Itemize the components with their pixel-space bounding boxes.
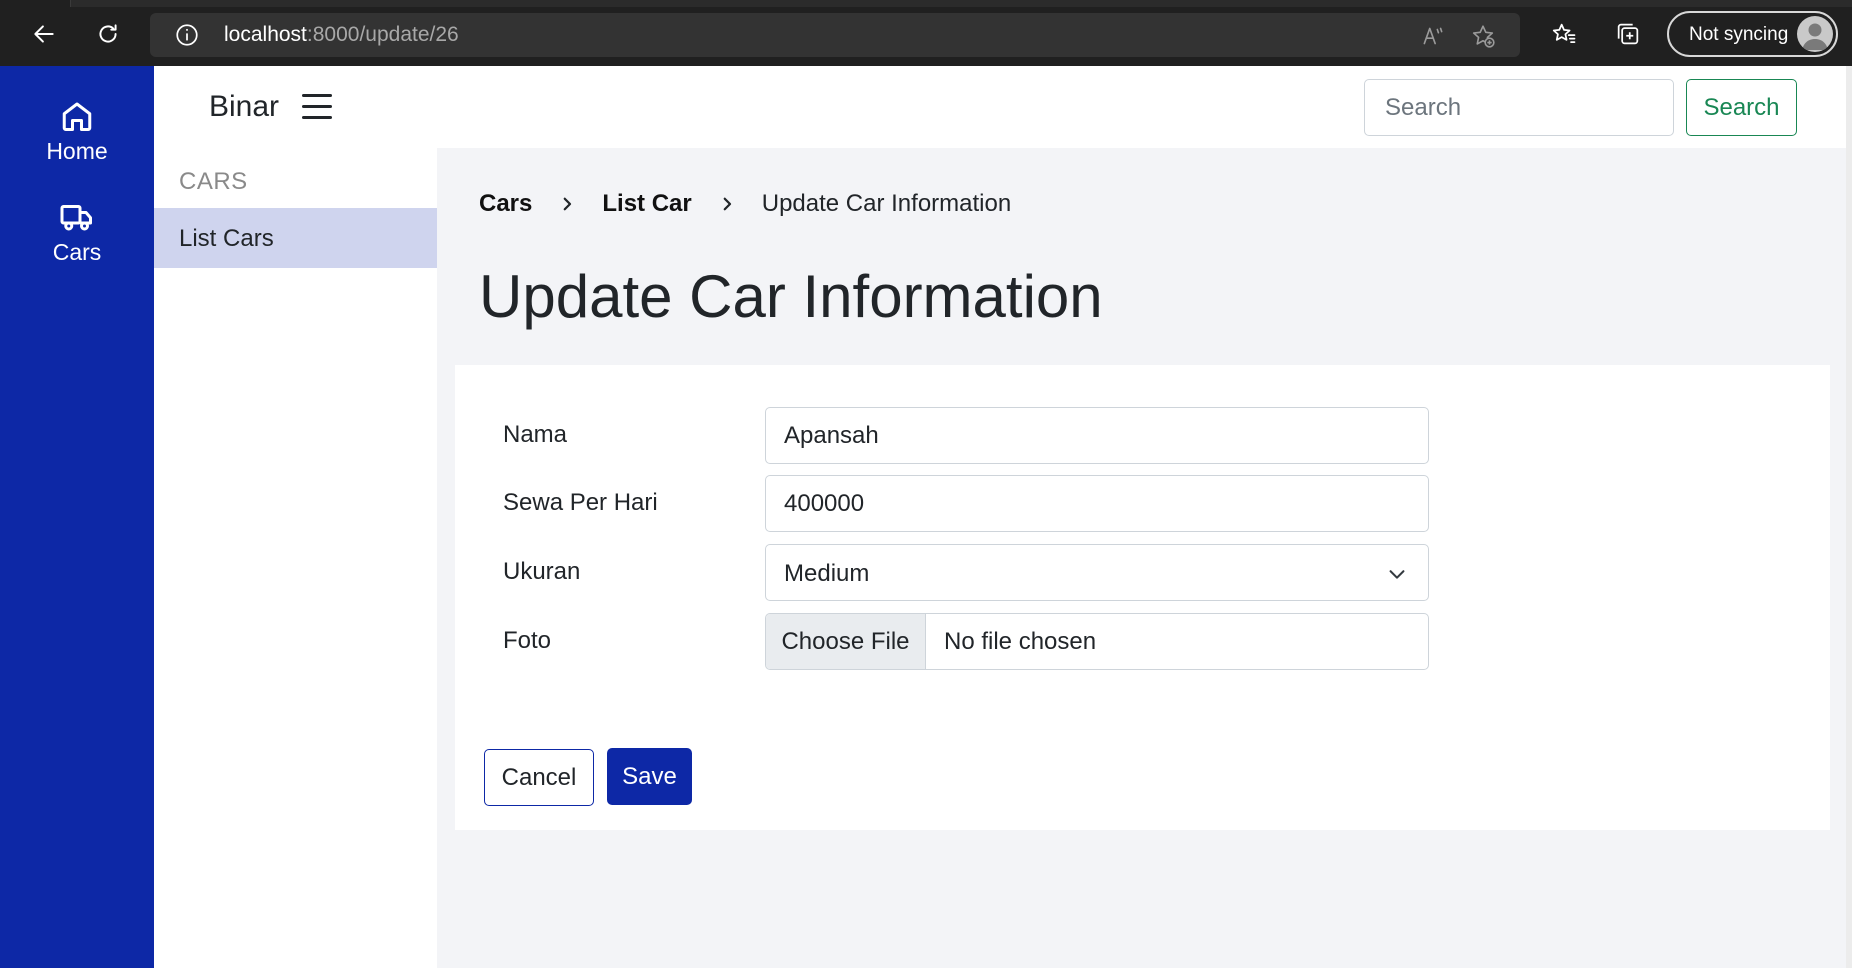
info-icon[interactable]: [174, 22, 200, 48]
page-scrollbar[interactable]: [1846, 66, 1852, 968]
collections-icon[interactable]: [1614, 20, 1642, 48]
profile-sync-button[interactable]: Not syncing: [1667, 11, 1838, 57]
search-input[interactable]: [1364, 79, 1674, 136]
sewa-label: Sewa Per Hari: [503, 489, 658, 516]
page-title: Update Car Information: [479, 263, 1103, 330]
choose-file-button[interactable]: Choose File: [766, 614, 926, 669]
favorites-icon[interactable]: [1550, 20, 1578, 48]
address-bar[interactable]: localhost:8000/update/26: [150, 13, 1520, 57]
home-icon: [62, 102, 92, 131]
breadcrumb-link-cars[interactable]: Cars: [479, 190, 532, 218]
chevron-down-icon: [1389, 570, 1405, 579]
browser-toolbar: localhost:8000/update/26 Not syncing: [0, 0, 1852, 66]
rail-item-home[interactable]: Home: [0, 98, 154, 165]
back-button[interactable]: [24, 14, 64, 54]
back-arrow-icon: [34, 25, 54, 43]
sidebar-item-list-cars[interactable]: List Cars: [154, 208, 437, 268]
profile-avatar-icon: [1797, 16, 1833, 52]
app-rail: Home Cars: [0, 66, 154, 968]
sidebar-heading: CARS: [179, 168, 248, 195]
cancel-button[interactable]: Cancel: [484, 749, 594, 806]
chevron-right-icon: [564, 197, 572, 211]
foto-label: Foto: [503, 627, 552, 654]
reload-button[interactable]: [88, 14, 128, 54]
read-aloud-icon[interactable]: [1420, 23, 1446, 49]
update-car-form: Nama Sewa Per Hari Ukuran Medium Foto Ch…: [455, 365, 1830, 830]
rail-label-home: Home: [46, 138, 108, 164]
ukuran-select[interactable]: Medium: [765, 544, 1429, 601]
brand-name: Binar: [209, 90, 280, 123]
breadcrumb: Cars List Car Update Car Information: [479, 190, 1011, 218]
rail-item-cars[interactable]: Cars: [0, 199, 154, 266]
ukuran-label: Ukuran: [503, 558, 581, 585]
sidebar: CARS List Cars: [154, 148, 437, 968]
save-button[interactable]: Save: [607, 748, 692, 805]
sidebar-item-label: List Cars: [179, 225, 274, 252]
url-host: localhost: [224, 23, 307, 46]
main-content: Cars List Car Update Car Information Upd…: [437, 148, 1846, 968]
chevron-right-icon: [723, 197, 731, 211]
add-favorite-icon[interactable]: [1470, 23, 1496, 49]
nama-label: Nama: [503, 421, 568, 448]
menu-toggle-icon[interactable]: [302, 94, 336, 120]
nama-input[interactable]: [765, 407, 1429, 464]
rail-label-cars: Cars: [52, 239, 102, 265]
top-navbar: Binar Search: [154, 66, 1852, 148]
reload-icon: [99, 24, 117, 43]
sewa-per-hari-input[interactable]: [765, 475, 1429, 532]
tab-strip: [70, 0, 1852, 7]
ukuran-selected-value: Medium: [784, 560, 870, 587]
sync-status: Not syncing: [1689, 24, 1789, 45]
breadcrumb-link-list-car[interactable]: List Car: [602, 190, 691, 218]
breadcrumb-current: Update Car Information: [761, 190, 1012, 217]
search-button[interactable]: Search: [1686, 79, 1797, 136]
truck-icon: [60, 205, 92, 231]
foto-file-input[interactable]: Choose File No file chosen: [765, 613, 1429, 670]
file-status-text: No file chosen: [944, 628, 1097, 655]
url-text[interactable]: localhost:8000/update/26: [224, 23, 459, 47]
url-path: :8000/update/26: [306, 23, 459, 46]
